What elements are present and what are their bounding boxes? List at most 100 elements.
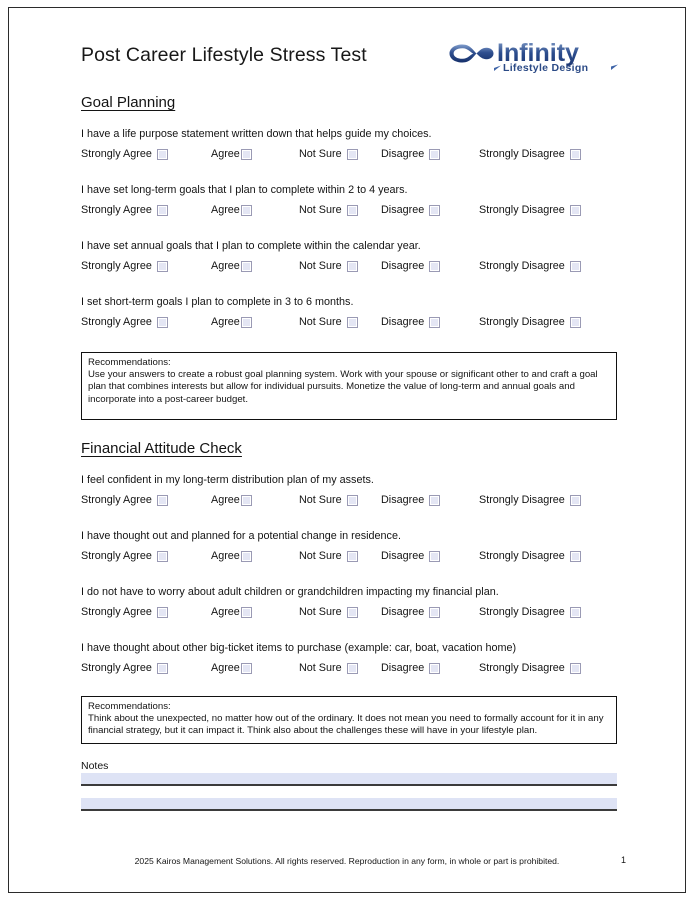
- option-label: Not Sure: [299, 204, 342, 216]
- option-label: Disagree: [381, 260, 425, 272]
- checkbox[interactable]: [156, 494, 168, 506]
- checkbox[interactable]: [156, 148, 168, 160]
- option-label: Strongly Agree: [81, 662, 152, 674]
- checkbox[interactable]: [240, 316, 252, 328]
- option-not-sure[interactable]: Not Sure: [299, 606, 358, 618]
- checkbox[interactable]: [156, 316, 168, 328]
- option-strongly-agree[interactable]: Strongly Agree: [81, 662, 168, 674]
- option-agree[interactable]: Agree: [211, 606, 252, 618]
- notes-input-line[interactable]: [81, 798, 617, 811]
- option-disagree[interactable]: Disagree: [381, 494, 441, 506]
- notes-input-line[interactable]: [81, 773, 617, 786]
- option-strongly-agree[interactable]: Strongly Agree: [81, 260, 168, 272]
- checkbox[interactable]: [240, 662, 252, 674]
- option-disagree[interactable]: Disagree: [381, 606, 441, 618]
- checkbox[interactable]: [240, 260, 252, 272]
- checkbox[interactable]: [346, 148, 358, 160]
- option-strongly-disagree[interactable]: Strongly Disagree: [479, 550, 581, 562]
- checkbox[interactable]: [240, 148, 252, 160]
- option-not-sure[interactable]: Not Sure: [299, 316, 358, 328]
- option-strongly-agree[interactable]: Strongly Agree: [81, 148, 168, 160]
- option-strongly-agree[interactable]: Strongly Agree: [81, 606, 168, 618]
- page-title: Post Career Lifestyle Stress Test: [81, 44, 367, 66]
- checkbox[interactable]: [346, 316, 358, 328]
- option-label: Strongly Disagree: [479, 260, 565, 272]
- checkbox[interactable]: [156, 260, 168, 272]
- option-agree[interactable]: Agree: [211, 662, 252, 674]
- option-strongly-agree[interactable]: Strongly Agree: [81, 494, 168, 506]
- option-disagree[interactable]: Disagree: [381, 204, 441, 216]
- option-agree[interactable]: Agree: [211, 148, 252, 160]
- question-text: I have thought out and planned for a pot…: [81, 530, 401, 542]
- checkbox[interactable]: [240, 494, 252, 506]
- checkbox[interactable]: [240, 204, 252, 216]
- option-strongly-disagree[interactable]: Strongly Disagree: [479, 260, 581, 272]
- option-disagree[interactable]: Disagree: [381, 260, 441, 272]
- checkbox[interactable]: [569, 316, 581, 328]
- option-not-sure[interactable]: Not Sure: [299, 260, 358, 272]
- option-label: Disagree: [381, 550, 425, 562]
- checkbox[interactable]: [429, 662, 441, 674]
- option-strongly-disagree[interactable]: Strongly Disagree: [479, 494, 581, 506]
- checkbox[interactable]: [569, 494, 581, 506]
- checkbox[interactable]: [156, 662, 168, 674]
- option-not-sure[interactable]: Not Sure: [299, 204, 358, 216]
- checkbox[interactable]: [346, 260, 358, 272]
- option-strongly-agree[interactable]: Strongly Agree: [81, 550, 168, 562]
- option-strongly-disagree[interactable]: Strongly Disagree: [479, 204, 581, 216]
- option-disagree[interactable]: Disagree: [381, 662, 441, 674]
- checkbox[interactable]: [429, 148, 441, 160]
- option-disagree[interactable]: Disagree: [381, 550, 441, 562]
- option-strongly-agree[interactable]: Strongly Agree: [81, 316, 168, 328]
- checkbox[interactable]: [156, 204, 168, 216]
- option-agree[interactable]: Agree: [211, 260, 252, 272]
- checkbox[interactable]: [240, 606, 252, 618]
- option-not-sure[interactable]: Not Sure: [299, 494, 358, 506]
- checkbox[interactable]: [429, 494, 441, 506]
- checkbox[interactable]: [346, 606, 358, 618]
- checkbox[interactable]: [569, 260, 581, 272]
- option-strongly-disagree[interactable]: Strongly Disagree: [479, 316, 581, 328]
- option-label: Strongly Agree: [81, 494, 152, 506]
- option-strongly-disagree[interactable]: Strongly Disagree: [479, 662, 581, 674]
- option-label: Agree: [211, 550, 240, 562]
- checkbox[interactable]: [569, 606, 581, 618]
- checkbox[interactable]: [156, 550, 168, 562]
- option-strongly-disagree[interactable]: Strongly Disagree: [479, 148, 581, 160]
- checkbox[interactable]: [569, 550, 581, 562]
- option-label: Strongly Disagree: [479, 494, 565, 506]
- checkbox[interactable]: [429, 550, 441, 562]
- option-agree[interactable]: Agree: [211, 316, 252, 328]
- option-label: Not Sure: [299, 550, 342, 562]
- option-agree[interactable]: Agree: [211, 204, 252, 216]
- checkbox[interactable]: [346, 662, 358, 674]
- option-label: Agree: [211, 494, 240, 506]
- checkbox[interactable]: [346, 204, 358, 216]
- option-disagree[interactable]: Disagree: [381, 316, 441, 328]
- checkbox[interactable]: [569, 662, 581, 674]
- option-strongly-disagree[interactable]: Strongly Disagree: [479, 606, 581, 618]
- checkbox[interactable]: [240, 550, 252, 562]
- checkbox[interactable]: [429, 316, 441, 328]
- option-strongly-agree[interactable]: Strongly Agree: [81, 204, 168, 216]
- option-label: Not Sure: [299, 260, 342, 272]
- checkbox[interactable]: [569, 204, 581, 216]
- question-text: I have a life purpose statement written …: [81, 128, 432, 140]
- option-label: Not Sure: [299, 494, 342, 506]
- checkbox[interactable]: [156, 606, 168, 618]
- recommendations-label: Recommendations:: [88, 701, 171, 712]
- option-agree[interactable]: Agree: [211, 494, 252, 506]
- option-label: Strongly Disagree: [479, 148, 565, 160]
- option-disagree[interactable]: Disagree: [381, 148, 441, 160]
- option-agree[interactable]: Agree: [211, 550, 252, 562]
- option-not-sure[interactable]: Not Sure: [299, 148, 358, 160]
- checkbox[interactable]: [346, 550, 358, 562]
- checkbox[interactable]: [429, 606, 441, 618]
- checkbox[interactable]: [429, 204, 441, 216]
- checkbox[interactable]: [429, 260, 441, 272]
- option-not-sure[interactable]: Not Sure: [299, 550, 358, 562]
- option-not-sure[interactable]: Not Sure: [299, 662, 358, 674]
- option-label: Strongly Agree: [81, 204, 152, 216]
- checkbox[interactable]: [569, 148, 581, 160]
- checkbox[interactable]: [346, 494, 358, 506]
